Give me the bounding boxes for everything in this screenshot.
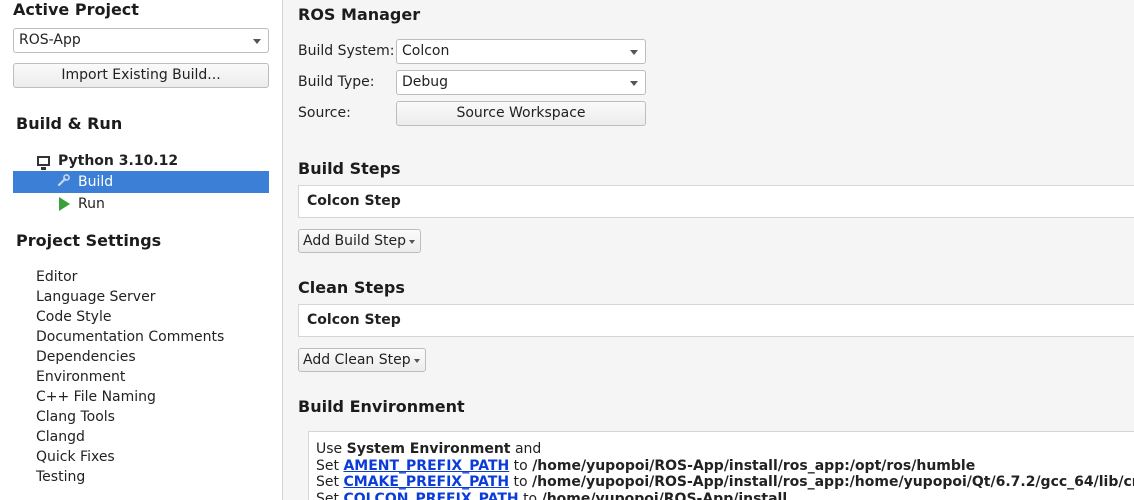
project-selector-value: ROS-App xyxy=(19,32,81,48)
dropdown-arrow-icon xyxy=(413,359,420,363)
env-var-link[interactable]: CMAKE_PREFIX_PATH xyxy=(343,474,509,490)
project-settings-list: Editor Language Server Code Style Docume… xyxy=(36,267,224,487)
sidebar-item-clangd[interactable]: Clangd xyxy=(36,427,224,447)
chevron-down-icon xyxy=(253,39,261,44)
env-use-text: Use xyxy=(316,441,343,457)
env-to-text: to xyxy=(523,490,538,500)
build-type-label: Build Type: xyxy=(298,74,375,90)
build-step-colcon[interactable]: Colcon Step xyxy=(298,185,1134,218)
play-icon xyxy=(59,197,70,211)
add-build-step-button[interactable]: Add Build Step xyxy=(298,229,422,253)
kit-name: Python 3.10.12 xyxy=(58,153,179,169)
env-and-text: and xyxy=(514,441,542,457)
env-set-text: Set xyxy=(316,474,339,490)
dropdown-arrow-icon xyxy=(409,240,416,244)
import-existing-build-button[interactable]: Import Existing Build... xyxy=(13,63,269,88)
sidebar-item-dependencies[interactable]: Dependencies xyxy=(36,347,224,367)
build-run-heading: Build & Run xyxy=(16,114,123,133)
sidebar-item-label: Run xyxy=(78,196,105,212)
sidebar-item-environment[interactable]: Environment xyxy=(36,367,224,387)
sidebar-item-label: Build xyxy=(78,174,114,190)
env-var-value: /home/yupopoi/ROS-App/install/ros_app:/h… xyxy=(532,474,1134,490)
add-clean-step-button[interactable]: Add Clean Step xyxy=(298,348,426,372)
build-system-label: Build System: xyxy=(298,43,395,59)
env-line-base: Use System Environment and xyxy=(316,441,1134,458)
clean-step-colcon[interactable]: Colcon Step xyxy=(298,304,1134,337)
monitor-icon xyxy=(37,156,50,170)
source-label: Source: xyxy=(298,105,351,121)
build-system-value: Colcon xyxy=(402,43,450,59)
sidebar-item-run[interactable]: Run xyxy=(13,193,269,215)
sidebar-item-language-server[interactable]: Language Server xyxy=(36,287,224,307)
build-type-value: Debug xyxy=(402,74,449,90)
add-clean-step-label: Add Clean Step xyxy=(303,352,411,368)
active-project-heading: Active Project xyxy=(13,0,139,19)
clean-steps-heading: Clean Steps xyxy=(298,278,405,297)
env-to-text: to xyxy=(513,457,528,474)
env-set-text: Set xyxy=(316,457,339,474)
env-var-link[interactable]: COLCON_PREFIX_PATH xyxy=(343,491,518,500)
sidebar: Active Project ROS-App Import Existing B… xyxy=(0,0,283,500)
env-var-value: /home/yupopoi/ROS-App/install/ros_app:/o… xyxy=(532,457,976,474)
chevron-down-icon xyxy=(630,81,638,86)
env-to-text: to xyxy=(513,474,528,490)
chevron-down-icon xyxy=(630,50,638,55)
env-system-environment: System Environment xyxy=(346,441,511,457)
build-environment-summary: Use System Environment and Set AMENT_PRE… xyxy=(308,431,1134,500)
build-system-select[interactable]: Colcon xyxy=(396,39,646,64)
add-build-step-label: Add Build Step xyxy=(303,233,407,249)
sidebar-item-clang-tools[interactable]: Clang Tools xyxy=(36,407,224,427)
source-workspace-button[interactable]: Source Workspace xyxy=(396,101,646,126)
sidebar-item-documentation-comments[interactable]: Documentation Comments xyxy=(36,327,224,347)
sidebar-item-quick-fixes[interactable]: Quick Fixes xyxy=(36,447,224,467)
sidebar-item-editor[interactable]: Editor xyxy=(36,267,224,287)
ros-manager-panel: ROS Manager Build System: Colcon Build T… xyxy=(284,0,1134,500)
build-steps-heading: Build Steps xyxy=(298,159,401,178)
kit-python[interactable]: Python 3.10.12 xyxy=(37,151,178,171)
sidebar-item-build[interactable]: Build xyxy=(13,171,269,193)
sidebar-item-cpp-file-naming[interactable]: C++ File Naming xyxy=(36,387,224,407)
project-selector[interactable]: ROS-App xyxy=(13,28,269,53)
sidebar-item-testing[interactable]: Testing xyxy=(36,467,224,487)
project-settings-heading: Project Settings xyxy=(16,231,162,250)
env-var-link[interactable]: AMENT_PREFIX_PATH xyxy=(343,458,509,474)
page-title: ROS Manager xyxy=(298,5,421,24)
env-var-value: /home/yupopoi/ROS-App/install xyxy=(541,490,788,500)
sidebar-item-code-style[interactable]: Code Style xyxy=(36,307,224,327)
env-line-var: Set CMAKE_PREFIX_PATH to /home/yupopoi/R… xyxy=(316,474,1134,491)
env-line-var: Set COLCON_PREFIX_PATH to /home/yupopoi/… xyxy=(316,491,1134,500)
env-line-var: Set AMENT_PREFIX_PATH to /home/yupopoi/R… xyxy=(316,458,1134,475)
env-set-text: Set xyxy=(316,490,339,500)
build-environment-heading: Build Environment xyxy=(298,397,465,416)
build-type-select[interactable]: Debug xyxy=(396,70,646,95)
wrench-icon xyxy=(57,173,71,191)
